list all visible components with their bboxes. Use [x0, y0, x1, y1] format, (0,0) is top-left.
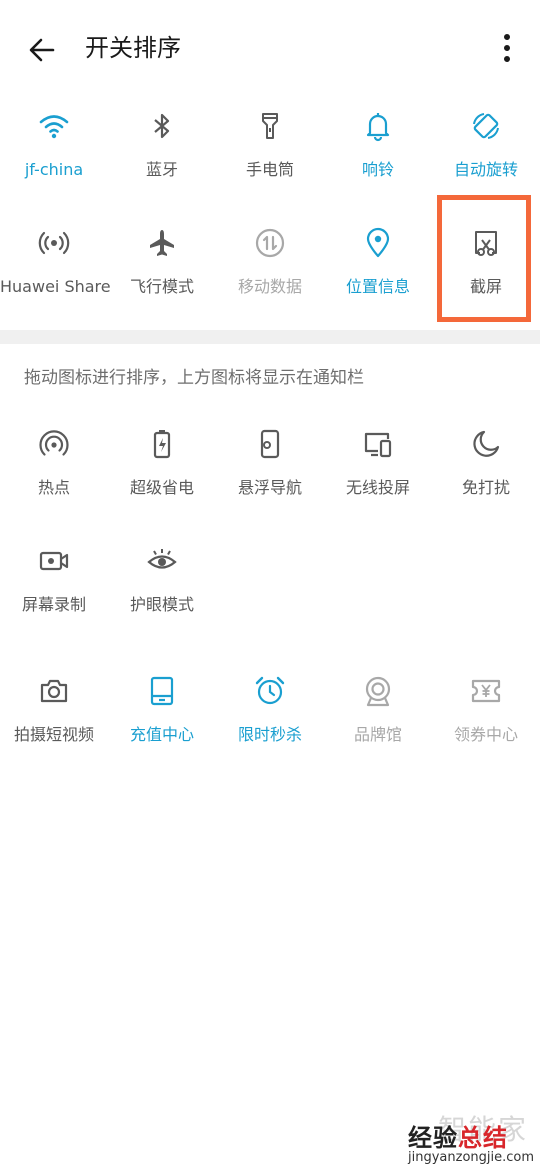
tile-label: 免打扰: [461, 478, 510, 497]
tile-label: Huawei Share: [0, 277, 111, 296]
extra-tiles-row: 拍摄短视频 充值中心 限时秒杀 品牌馆 领券中心: [0, 663, 540, 763]
huawei-share-icon: [34, 223, 74, 263]
watermark: 智能家 经验总结 jingyanzongjie.com: [408, 1108, 540, 1168]
moon-icon: [466, 424, 506, 464]
eye-comfort-icon: [142, 541, 182, 581]
tile-screenshot[interactable]: 截屏: [432, 215, 540, 315]
arrow-left-icon: [29, 38, 55, 62]
inactive-tiles-row-2: 屏幕录制 护眼模式: [0, 533, 540, 633]
active-tiles-row-1: jf-china 蓝牙 手电筒 响铃 自动旋转: [0, 98, 540, 198]
camera-icon: [34, 671, 74, 711]
tile-label: 护眼模式: [129, 595, 194, 614]
flashlight-icon: [250, 106, 290, 146]
tile-location[interactable]: 位置信息: [324, 215, 432, 315]
tile-label: 手电筒: [245, 160, 294, 179]
tile-label: 领券中心: [453, 725, 518, 744]
tile-screen-record[interactable]: 屏幕录制: [0, 533, 108, 633]
wifi-icon: [34, 106, 74, 146]
tile-label: 蓝牙: [145, 160, 178, 179]
tile-label: 热点: [37, 478, 70, 497]
active-tiles-row-2: Huawei Share 飞行模式 移动数据 位置信息 截屏: [0, 215, 540, 315]
tile-label: 截屏: [469, 277, 502, 296]
tile-label: 限时秒杀: [237, 725, 302, 744]
tile-short-video[interactable]: 拍摄短视频: [0, 663, 108, 763]
tile-bluetooth[interactable]: 蓝牙: [108, 98, 216, 198]
tile-wireless-projection[interactable]: 无线投屏: [324, 416, 432, 516]
tile-eye-comfort[interactable]: 护眼模式: [108, 533, 216, 633]
bluetooth-icon: [142, 106, 182, 146]
tile-hotspot[interactable]: 热点: [0, 416, 108, 516]
tile-label: 移动数据: [237, 277, 302, 296]
tile-label: 飞行模式: [129, 277, 194, 296]
back-button[interactable]: [22, 30, 62, 70]
recharge-icon: [142, 671, 182, 711]
tile-brand-hall[interactable]: 品牌馆: [324, 663, 432, 763]
tile-label: 位置信息: [345, 277, 410, 296]
tile-wifi[interactable]: jf-china: [0, 98, 108, 198]
more-vertical-icon: [504, 34, 510, 62]
battery-saver-icon: [142, 424, 182, 464]
tile-label: jf-china: [24, 160, 84, 179]
alarm-clock-icon: [250, 671, 290, 711]
tile-label: 屏幕录制: [21, 595, 86, 614]
sort-hint-text: 拖动图标进行排序，上方图标将显示在通知栏: [24, 368, 364, 388]
tile-label: 自动旋转: [453, 160, 518, 179]
section-divider: [0, 330, 540, 344]
tile-mobile-data[interactable]: 移动数据: [216, 215, 324, 315]
wireless-projection-icon: [358, 424, 398, 464]
tile-huawei-share[interactable]: Huawei Share: [0, 215, 111, 315]
badge-icon: [358, 671, 398, 711]
tile-label: 品牌馆: [353, 725, 402, 744]
inactive-tiles-row-1: 热点 超级省电 悬浮导航 无线投屏 免打扰: [0, 416, 540, 516]
hotspot-icon: [34, 424, 74, 464]
tile-label: 响铃: [361, 160, 394, 179]
page-title: 开关排序: [85, 34, 181, 62]
coupon-icon: [466, 671, 506, 711]
airplane-icon: [142, 223, 182, 263]
tile-label: 拍摄短视频: [13, 725, 94, 744]
tile-label: 悬浮导航: [237, 478, 302, 497]
bell-icon: [358, 106, 398, 146]
tile-flashlight[interactable]: 手电筒: [216, 98, 324, 198]
tile-flash-sale[interactable]: 限时秒杀: [216, 663, 324, 763]
tile-do-not-disturb[interactable]: 免打扰: [432, 416, 540, 516]
tile-recharge-center[interactable]: 充值中心: [108, 663, 216, 763]
tile-label: 无线投屏: [345, 478, 410, 497]
tile-ring[interactable]: 响铃: [324, 98, 432, 198]
screen-record-icon: [34, 541, 74, 581]
tile-floating-nav[interactable]: 悬浮导航: [216, 416, 324, 516]
floating-nav-icon: [250, 424, 290, 464]
tile-label: 充值中心: [129, 725, 194, 744]
tile-auto-rotate[interactable]: 自动旋转: [432, 98, 540, 198]
app-header: 开关排序: [0, 0, 540, 96]
more-options-button[interactable]: [492, 28, 522, 68]
watermark-url: jingyanzongjie.com: [408, 1150, 535, 1165]
location-icon: [358, 223, 398, 263]
mobile-data-icon: [250, 223, 290, 263]
watermark-main-text: 经验总结: [408, 1124, 508, 1152]
screenshot-icon: [466, 223, 506, 263]
rotate-icon: [466, 106, 506, 146]
tile-coupon-center[interactable]: 领券中心: [432, 663, 540, 763]
tile-battery-saver[interactable]: 超级省电: [108, 416, 216, 516]
tile-label: 超级省电: [129, 478, 194, 497]
tile-airplane-mode[interactable]: 飞行模式: [108, 215, 216, 315]
